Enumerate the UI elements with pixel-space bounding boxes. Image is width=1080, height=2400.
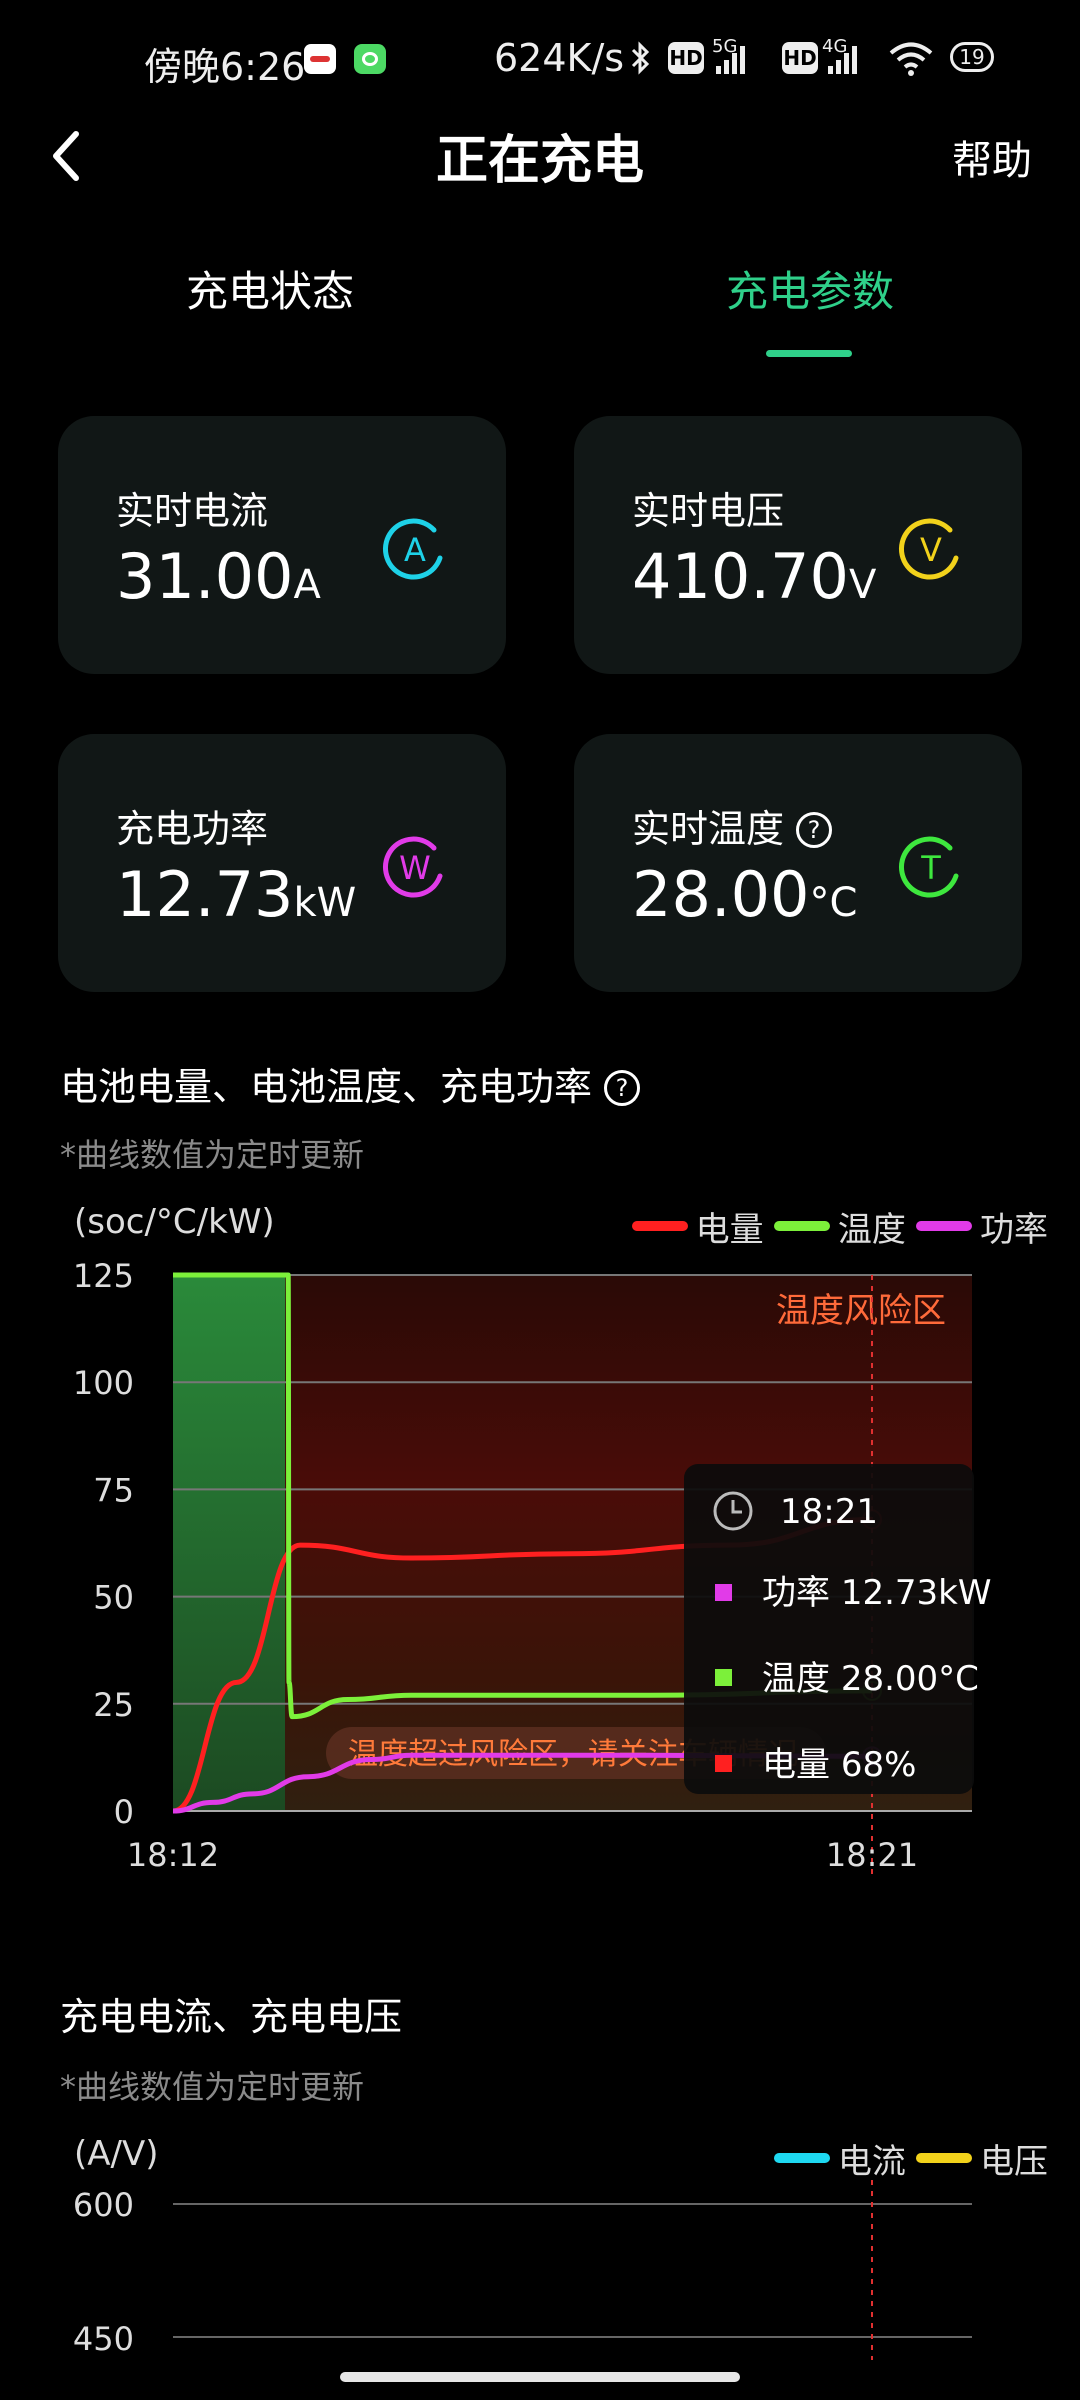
- y-tick-450: 450: [73, 2320, 134, 2358]
- page-title: 正在充电: [435, 131, 644, 191]
- temperature-value: 28.00: [632, 858, 810, 931]
- svg-text:T: T: [920, 849, 941, 887]
- thermometer-t-icon: T: [899, 836, 959, 898]
- current-voltage-chart-title: 充电电流、充电电压: [60, 1995, 403, 2039]
- temperature-card: 实时温度? 28.00°C T: [574, 734, 1022, 992]
- chart1-unit-label: (soc/°C/kW): [74, 1202, 275, 1242]
- y-tick-label: 25: [93, 1686, 134, 1724]
- voltage-label: 实时电压: [632, 489, 785, 533]
- wifi-icon: [889, 42, 933, 76]
- x-tick-start: 18:12: [127, 1836, 219, 1874]
- power-label: 充电功率: [116, 807, 269, 851]
- volt-icon: V: [899, 518, 959, 580]
- temperature-label: 实时温度: [632, 807, 785, 851]
- y-tick-600: 600: [73, 2186, 134, 2224]
- signal-4g-icon: [828, 44, 862, 74]
- svg-text:V: V: [920, 531, 942, 569]
- svg-text:W: W: [399, 849, 431, 887]
- legend-current: 电流: [773, 2142, 906, 2182]
- temperature-value-row: 28.00°C: [632, 858, 857, 931]
- tooltip-soc-swatch: [715, 1755, 732, 1772]
- y-tick-label: 125: [73, 1257, 134, 1295]
- tab-charging-params[interactable]: 充电参数: [726, 258, 894, 319]
- tooltip-temp-swatch: [715, 1669, 732, 1686]
- battery-icon: 19: [950, 42, 994, 72]
- chart-tooltip: 18:21 功率 12.73kW 温度 28.00°C 电量 68%: [684, 1464, 991, 1794]
- temperature-help-icon[interactable]: ?: [796, 812, 833, 848]
- safe-zone-area: [173, 1275, 285, 1811]
- current-value-row: 31.00A: [116, 540, 321, 613]
- help-button[interactable]: 帮助: [952, 128, 1032, 186]
- active-tab-indicator: [766, 350, 852, 357]
- tab-charging-status[interactable]: 充电状态: [186, 258, 354, 319]
- power-card: 充电功率 12.73kW W: [58, 734, 506, 992]
- home-indicator[interactable]: [340, 2372, 740, 2382]
- current-voltage-chart-note: *曲线数值为定时更新: [60, 2068, 365, 2106]
- current-unit: A: [293, 562, 321, 608]
- voltage-card: 实时电压 410.70V V: [574, 416, 1022, 674]
- hd-badge: HD: [668, 42, 704, 74]
- chart2-unit-label: (A/V): [74, 2134, 159, 2174]
- y-tick-label: 50: [93, 1579, 134, 1617]
- y-tick-label: 75: [93, 1471, 134, 1509]
- current-voltage-chart[interactable]: 600 450: [0, 2180, 1080, 2360]
- voltage-value: 410.70: [632, 540, 849, 613]
- tooltip-temp-row: 温度 28.00°C: [762, 1659, 979, 1699]
- android-robot-icon: [354, 44, 386, 74]
- network-speed: 624K/s: [494, 36, 625, 80]
- notification-app-icon: [304, 44, 336, 74]
- bluetooth-icon: [631, 41, 650, 75]
- power-unit: kW: [293, 880, 357, 926]
- battery-chart[interactable]: 1251007550250 温度风险区 温度超过风险区，请关注车辆情况 18:2…: [0, 1240, 1080, 1880]
- tooltip-soc-row: 电量 68%: [762, 1745, 916, 1785]
- status-bar: 傍晚6:26 624K/s HD 5G HD 4G 19: [0, 0, 1080, 120]
- voltage-value-row: 410.70V: [632, 540, 876, 613]
- svg-text:A: A: [404, 531, 426, 569]
- legend-voltage: 电压: [916, 2142, 1048, 2182]
- voltage-unit: V: [848, 562, 877, 608]
- power-value-row: 12.73kW: [116, 858, 356, 931]
- tooltip-power-swatch: [715, 1584, 732, 1601]
- tooltip-power-row: 功率 12.73kW: [762, 1573, 991, 1613]
- battery-chart-title: 电池电量、电池温度、充电功率: [60, 1065, 593, 1109]
- battery-chart-title-row: 电池电量、电池温度、充电功率?: [60, 1056, 641, 1111]
- y-tick-label: 100: [73, 1364, 134, 1402]
- watt-icon: W: [383, 836, 443, 898]
- battery-chart-note: *曲线数值为定时更新: [60, 1136, 365, 1174]
- current-label: 实时电流: [116, 489, 269, 533]
- current-card: 实时电流 31.00A A: [58, 416, 506, 674]
- risk-zone-label: 温度风险区: [776, 1291, 946, 1331]
- power-value: 12.73: [116, 858, 294, 931]
- temperature-label-row: 实时温度?: [632, 798, 833, 853]
- x-tick-end: 18:21: [826, 1836, 918, 1874]
- temperature-unit: °C: [809, 880, 858, 926]
- signal-5g-icon: [716, 44, 750, 74]
- hd-badge-2: HD: [782, 42, 818, 74]
- chart2-legend: 电流 电压: [773, 2134, 1048, 2183]
- status-time: 傍晚6:26: [144, 45, 306, 89]
- chart-help-icon[interactable]: ?: [604, 1070, 641, 1106]
- y-tick-label: 0: [114, 1793, 134, 1831]
- current-value: 31.00: [116, 540, 294, 613]
- ampere-icon: A: [383, 518, 443, 580]
- tooltip-time: 18:21: [780, 1492, 878, 1532]
